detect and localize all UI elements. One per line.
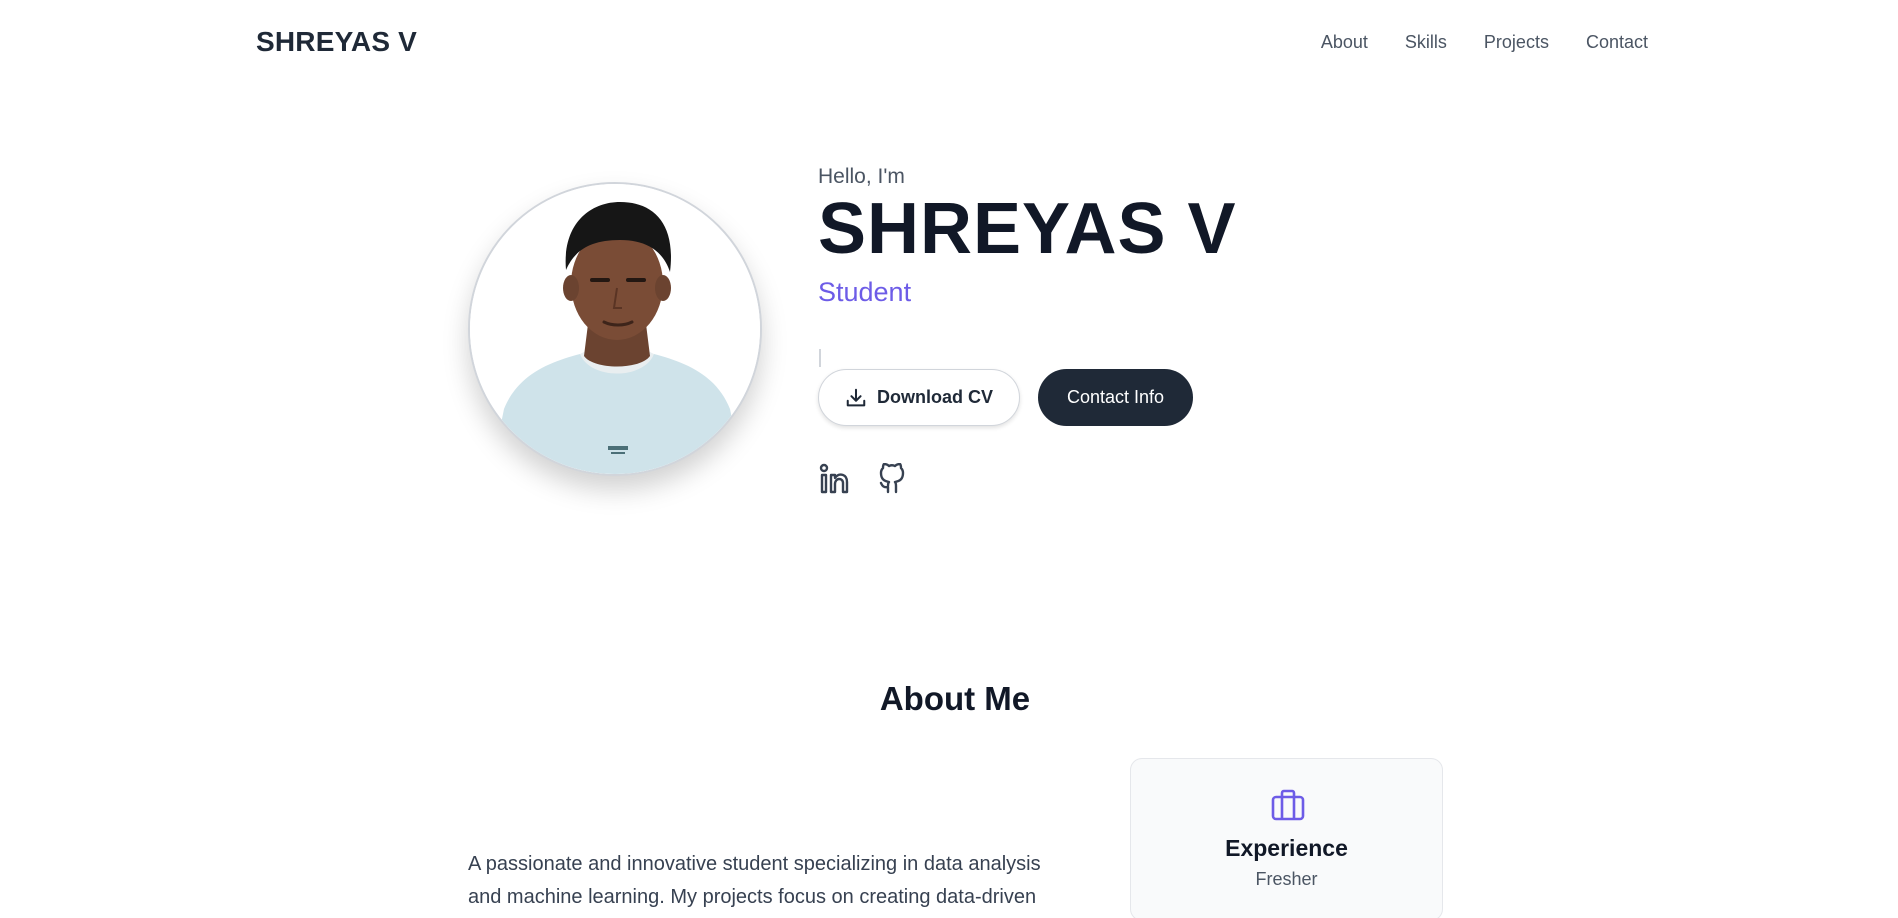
typing-cursor [819,349,821,367]
experience-card: Experience Fresher [1130,758,1443,918]
profile-portrait-image [470,184,760,474]
hero-name: SHREYAS V [818,189,1237,269]
about-description: A passionate and innovative student spec… [468,853,1041,908]
download-cv-label: Download CV [877,387,993,407]
profile-photo [468,182,762,476]
hero-intro: Hello, I'm SHREYAS V Student [818,165,1237,308]
download-cv-button[interactable]: Download CV [818,369,1020,426]
nav-link-about[interactable]: About [1321,32,1368,53]
briefcase-icon [1271,789,1305,821]
portfolio-page: SHREYAS V About Skills Projects Contact [0,0,1898,918]
contact-info-button[interactable]: Contact Info [1038,369,1193,426]
about-section-title: About Me [879,680,1031,717]
nav-link-projects[interactable]: Projects [1484,32,1549,53]
hero-actions: Download CV Contact Info [818,369,1193,426]
experience-value: Fresher [1255,869,1318,889]
hero-greeting: Hello, I'm [818,165,905,188]
nav-link-skills[interactable]: Skills [1405,32,1447,53]
top-navbar: SHREYAS V About Skills Projects Contact [0,0,1898,88]
hero-role: Student [818,277,912,307]
brand-logo-text[interactable]: SHREYAS V [256,26,417,58]
download-icon [846,388,866,406]
nav-links: About Skills Projects Contact [1321,32,1648,53]
github-icon[interactable] [876,463,908,495]
experience-label: Experience [1225,835,1348,861]
linkedin-icon[interactable] [818,463,850,495]
social-links [818,463,908,495]
nav-link-contact[interactable]: Contact [1586,32,1648,53]
contact-info-label: Contact Info [1066,387,1165,407]
